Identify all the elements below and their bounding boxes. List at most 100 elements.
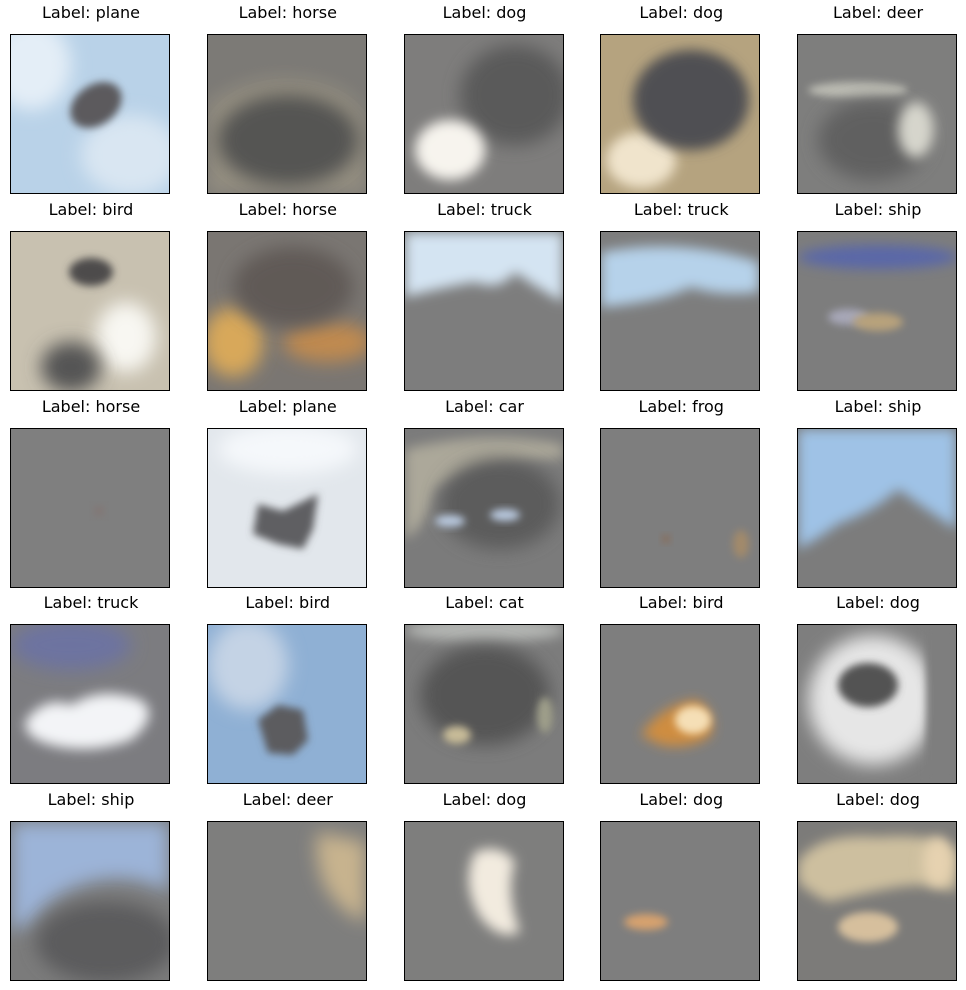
cell-label: Label: bird	[638, 593, 724, 613]
sample-image	[10, 821, 170, 981]
grid-cell: Label: ship	[797, 396, 966, 592]
grid-cell: Label: dog	[600, 2, 796, 198]
cell-label: Label: dog	[442, 790, 527, 809]
sample-image	[797, 624, 957, 785]
cell-label: Label: deer	[832, 3, 924, 22]
gray-with-white-blob-center-image	[404, 822, 563, 980]
sample-image	[797, 427, 957, 588]
cell-label: Label: dog	[442, 3, 527, 22]
gray-with-beige-patch-right-image	[207, 822, 366, 980]
blue-frame-with-dark-center-image	[207, 625, 366, 784]
sample-image	[600, 427, 761, 588]
beige-white-with-dark-spot-image	[11, 231, 169, 390]
cell-label: Label: truck	[633, 199, 729, 219]
grid-cell: Label: frog	[600, 396, 796, 592]
cell-label: Label: cat	[445, 593, 524, 613]
cell-label: Label: ship	[834, 199, 922, 219]
beige-arc-with-orange-blob-image	[798, 822, 956, 980]
grid-cell: Label: deer	[206, 789, 403, 985]
grid-cell: Label: dog	[797, 789, 966, 985]
grid-cell: Label: bird	[600, 592, 796, 788]
sample-image	[206, 624, 367, 785]
light-blue-band-over-gray-image	[601, 231, 760, 390]
grid-cell: Label: bird	[206, 592, 403, 788]
grid-cell: Label: deer	[797, 2, 966, 198]
gray-with-beige-arc-and-blue-spots-image	[404, 428, 563, 587]
grid-cell: Label: dog	[797, 592, 966, 788]
sample-image	[403, 230, 564, 391]
grid-cell: Label: horse	[206, 2, 403, 198]
cell-label: Label: car	[445, 396, 524, 416]
plain-gray-image	[11, 428, 169, 587]
white-blob-with-blue-tint-image	[11, 625, 169, 784]
grid-cell: Label: dog	[600, 789, 796, 985]
grid-cell: Label: dog	[403, 2, 600, 198]
cell-label: Label: frog	[638, 396, 724, 416]
cell-label: Label: truck	[437, 199, 532, 219]
cell-label: Label: truck	[43, 593, 139, 613]
blue-streak-and-beige-blob-on-gray-image	[798, 231, 956, 390]
cell-label: Label: horse	[41, 396, 141, 416]
grid-cell: Label: car	[403, 396, 600, 592]
sample-image	[797, 230, 957, 391]
grid-cell: Label: plane	[206, 396, 403, 592]
sample-image	[10, 34, 170, 194]
cell-label: Label: plane	[238, 396, 337, 416]
grid-cell: Label: cat	[403, 592, 600, 788]
sample-image	[10, 427, 170, 588]
blue-wave-over-dark-gray-image	[11, 822, 169, 980]
white-ring-with-dark-center-image	[798, 625, 956, 784]
gray-with-small-orange-blob-image	[601, 822, 760, 980]
gray-with-pale-streak-and-blob-image	[798, 35, 956, 193]
grid-cell: Label: dog	[403, 789, 600, 985]
grid-cell: Label: truck	[10, 592, 206, 788]
sample-image	[403, 427, 564, 588]
grid-cell: Label: ship	[10, 789, 206, 985]
sample-image	[403, 624, 564, 785]
cell-label: Label: bird	[245, 593, 331, 613]
gray-with-orange-white-blob-image	[601, 625, 760, 784]
cell-label: Label: horse	[238, 3, 337, 22]
sample-image	[10, 624, 170, 785]
sample-image	[797, 34, 957, 194]
sample-image	[600, 34, 761, 194]
sample-image	[600, 821, 761, 981]
grid-cell: Label: horse	[10, 396, 206, 592]
cell-label: Label: dog	[639, 3, 724, 22]
sample-image	[10, 230, 170, 391]
white-with-dark-star-shape-image	[207, 428, 366, 587]
grid-cell: Label: bird	[10, 199, 206, 395]
gray-with-white-blob-bottom-left-image	[404, 35, 563, 193]
cell-label: Label: horse	[238, 199, 337, 219]
cell-label: Label: deer	[242, 790, 333, 809]
cell-label: Label: dog	[639, 790, 724, 809]
sample-image	[206, 34, 367, 194]
grid-cell: Label: truck	[600, 199, 796, 395]
cell-label: Label: bird	[48, 199, 134, 219]
grid-cell: Label: plane	[10, 2, 206, 198]
sample-image	[600, 230, 761, 391]
beige-ring-around-dark-center-image	[601, 35, 760, 193]
sample-image	[600, 624, 761, 785]
gray-with-faint-orange-spots-image	[601, 428, 760, 587]
image-grid: Label: plane Label: horse Label: dog Label:…	[0, 0, 966, 990]
cell-label: Label: ship	[47, 790, 135, 809]
sample-image	[403, 821, 564, 981]
cell-label: Label: dog	[836, 790, 920, 809]
grid-cell: Label: ship	[797, 199, 966, 395]
cell-label: Label: ship	[834, 396, 922, 416]
gray-with-faint-beige-outline-image	[207, 35, 366, 193]
light-blue-sky-over-gray-image	[404, 231, 563, 390]
blurry-light-blue-sky-with-dark-oval-image	[11, 35, 169, 193]
gray-with-beige-spots-image	[404, 625, 563, 784]
cell-label: Label: dog	[836, 593, 920, 613]
sample-image	[206, 821, 367, 981]
sample-image	[206, 427, 367, 588]
blue-sky-over-dark-triangle-image	[798, 428, 956, 587]
sample-image	[403, 34, 564, 194]
gray-with-orange-gold-blur-bottom-image	[207, 231, 366, 390]
cell-label: Label: plane	[41, 3, 141, 22]
grid-cell: Label: horse	[206, 199, 403, 395]
grid-cell: Label: truck	[403, 199, 600, 395]
sample-image	[797, 821, 957, 981]
